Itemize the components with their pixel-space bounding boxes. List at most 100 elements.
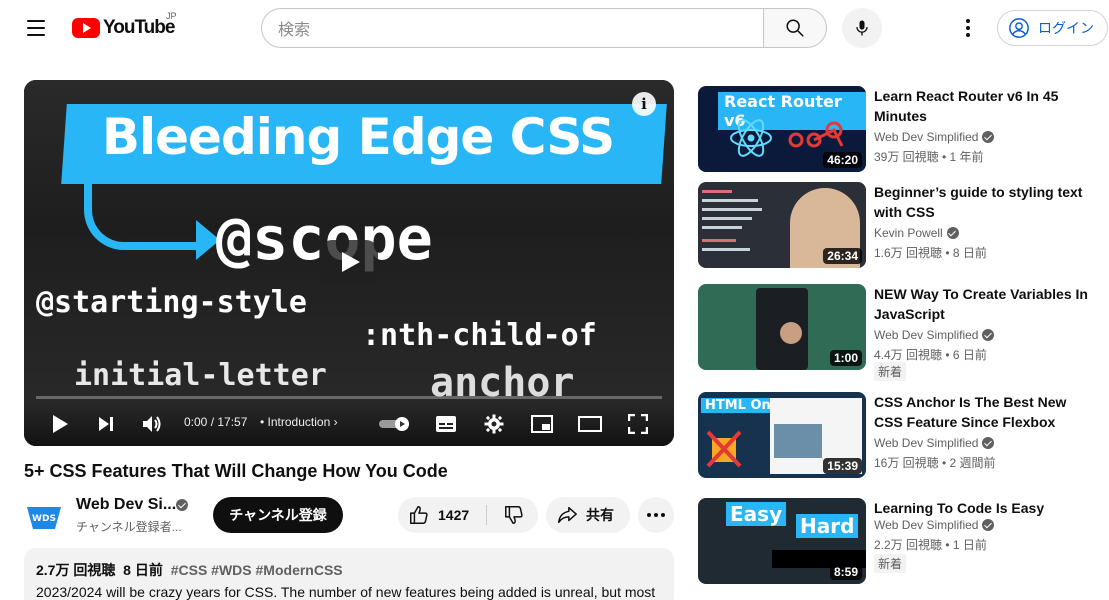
verified-icon: [982, 329, 995, 341]
router-logo-icon: [788, 121, 844, 148]
search-icon: [786, 19, 804, 37]
subtitles-icon: [436, 416, 456, 432]
video-meta: 4.4万 回視聴 • 6 日前: [874, 348, 987, 362]
thumb-code-lines: [702, 186, 772, 264]
chapter-arrow-icon: ›: [333, 415, 338, 429]
preview-image: [774, 424, 822, 458]
description-box[interactable]: 2.7万 回視聴 8 日前 #CSS #WDS #ModernCSS 2023/…: [24, 548, 674, 600]
video-title[interactable]: CSS Anchor Is The Best New CSS Feature S…: [874, 392, 1094, 432]
share-button[interactable]: 共有: [546, 497, 630, 533]
channel-subscriber-count: チャンネル登録者...: [76, 520, 182, 534]
video-channel[interactable]: Web Dev Simplified: [874, 130, 995, 144]
video-thumbnail[interactable]: 1:00: [698, 284, 866, 370]
video-duration: 26:34: [823, 248, 862, 264]
recommended-video[interactable]: Easy Hard 8:59 Learning To Code Is Easy …: [698, 498, 1098, 590]
video-thumbnail[interactable]: HTML Only 15:39: [698, 392, 866, 478]
next-button[interactable]: [92, 410, 120, 438]
video-thumbnail[interactable]: Easy Hard 8:59: [698, 498, 866, 584]
react-logo-icon: [730, 119, 772, 157]
volume-button[interactable]: [138, 410, 166, 438]
video-channel[interactable]: Web Dev Simplified: [874, 436, 995, 450]
subscribe-button[interactable]: チャンネル登録: [213, 497, 343, 533]
wds-logo-icon: WDS: [27, 507, 61, 529]
channel-name[interactable]: Web Dev Si...: [76, 496, 176, 514]
video-channel[interactable]: Web Dev Simplified: [874, 328, 995, 342]
video-title[interactable]: Learning To Code Is Easy: [874, 498, 1094, 518]
video-title[interactable]: Learn React Router v6 In 45 Minutes: [874, 86, 1094, 126]
info-icon[interactable]: i: [632, 92, 656, 116]
video-player[interactable]: Bleeding Edge CSS @scope @starting-style…: [24, 80, 674, 446]
subtitles-button[interactable]: [432, 410, 460, 438]
theater-icon: [578, 416, 602, 432]
thumb-arrow-shape: [84, 180, 204, 250]
video-meta: 2.2万 回視聴 • 1 日前: [874, 538, 987, 552]
fullscreen-icon: [628, 414, 648, 434]
channel-name: Web Dev Simplified: [874, 518, 979, 532]
thumb-initial-letter-text: initial-letter: [74, 358, 327, 393]
video-duration: 15:39: [823, 458, 862, 474]
thumb-starting-style-text: @starting-style: [36, 285, 307, 320]
dislike-button[interactable]: [494, 497, 534, 533]
presenter-face: [780, 322, 802, 344]
menu-icon[interactable]: [20, 12, 52, 44]
like-button[interactable]: 1427: [398, 497, 486, 533]
video-meta: 39万 回視聴 • 1 年前: [874, 150, 984, 164]
verified-icon: [982, 519, 995, 531]
recommended-video[interactable]: 1:00 NEW Way To Create Variables In Java…: [698, 284, 1098, 381]
upload-age: 8 日前: [123, 562, 163, 578]
login-button[interactable]: ログイン: [997, 10, 1108, 46]
autoplay-toggle[interactable]: [378, 410, 414, 438]
avatar-text: WDS: [32, 514, 56, 524]
volume-icon: [143, 416, 161, 432]
voice-search-button[interactable]: [842, 8, 882, 48]
fullscreen-button[interactable]: [624, 410, 652, 438]
like-divider: [486, 505, 487, 525]
video-duration: 8:59: [829, 564, 862, 580]
recommended-video[interactable]: HTML Only 15:39 CSS Anchor Is The Best N…: [698, 392, 1098, 484]
hashtags[interactable]: #CSS #WDS #ModernCSS: [171, 562, 343, 578]
youtube-play-icon: [72, 18, 100, 38]
autoplay-toggle-icon: [379, 417, 409, 431]
player-controls: 0:00 / 17:57 • Introduction ›: [24, 402, 674, 446]
channel-avatar[interactable]: WDS: [24, 496, 64, 536]
recommended-video[interactable]: React Router v6 46:20 Learn React Router…: [698, 86, 1098, 178]
new-badge: 新着: [874, 362, 907, 381]
video-title[interactable]: NEW Way To Create Variables In JavaScrip…: [874, 284, 1094, 324]
recommended-video[interactable]: 26:34 Beginner’s guide to styling text w…: [698, 182, 1098, 274]
chapter-title[interactable]: • Introduction ›: [260, 415, 338, 429]
phone-screen: [756, 288, 808, 370]
video-meta: 1.6万 回視聴 • 8 日前: [874, 246, 987, 260]
crossed-out-icon: [706, 430, 742, 468]
progress-bar[interactable]: [36, 396, 662, 399]
settings-button[interactable]: [480, 410, 508, 438]
thumb-label-easy: Easy: [726, 502, 787, 526]
video-thumbnail[interactable]: React Router v6 46:20: [698, 86, 866, 172]
play-icon: [53, 415, 68, 433]
video-channel[interactable]: Kevin Powell: [874, 226, 959, 240]
description-meta: 2.7万 回視聴 8 日前 #CSS #WDS #ModernCSS: [36, 560, 662, 580]
video-title[interactable]: Beginner’s guide to styling text with CS…: [874, 182, 1094, 222]
video-title: 5+ CSS Features That Will Change How You…: [24, 461, 448, 481]
verified-icon: [982, 437, 995, 449]
miniplayer-button[interactable]: [528, 410, 556, 438]
region-code: JP: [166, 11, 177, 21]
like-count: 1427: [438, 507, 470, 523]
video-thumbnail[interactable]: 26:34: [698, 182, 866, 268]
verified-icon: [946, 227, 959, 239]
youtube-logo[interactable]: YouTube: [72, 15, 175, 41]
search-button[interactable]: [763, 8, 827, 48]
video-channel[interactable]: Web Dev Simplified: [874, 518, 995, 532]
view-count: 2.7万 回視聴: [36, 562, 116, 578]
thumb-title-text: Bleeding Edge CSS: [101, 108, 615, 166]
verified-icon: [982, 131, 995, 143]
more-actions-button[interactable]: [638, 497, 674, 533]
video-meta: 16万 回視聴 • 2 週間前: [874, 456, 996, 470]
new-badge: 新着: [874, 554, 907, 573]
settings-more-icon[interactable]: [952, 12, 984, 44]
search-input[interactable]: 検索: [261, 8, 764, 48]
big-play-button[interactable]: [320, 240, 378, 284]
like-dislike-group: 1427: [398, 497, 538, 533]
theater-mode-button[interactable]: [576, 410, 604, 438]
login-label: ログイン: [1038, 20, 1094, 36]
play-button[interactable]: [46, 410, 74, 438]
